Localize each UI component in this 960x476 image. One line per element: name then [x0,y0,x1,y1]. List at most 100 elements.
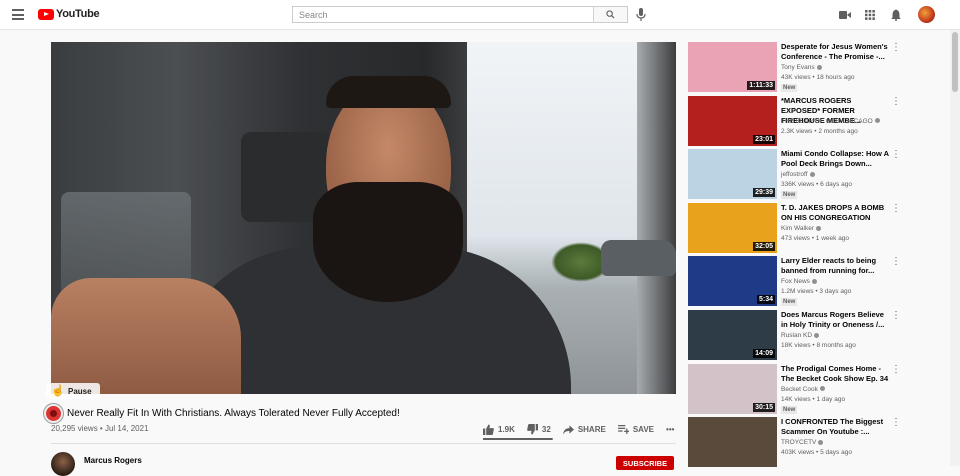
user-avatar[interactable] [918,6,935,23]
save-label: SAVE [632,425,655,434]
thumbs-up-icon [483,424,494,435]
video-player[interactable] [51,42,676,394]
verified-icon [816,64,822,70]
thumbs-down-icon [527,424,538,435]
recommendation-channel[interactable]: Tony Evans [781,64,822,71]
recommendation-channel-name: Tony Evans [781,64,815,71]
like-ratio-fill [483,438,552,440]
dislike-button[interactable]: 32 [527,424,551,435]
save-button[interactable]: SAVE [617,425,655,434]
more-actions-icon: ••• [666,425,675,434]
menu-icon[interactable] [12,9,24,20]
video-thumbnail[interactable] [688,417,777,468]
notifications-bell-icon[interactable] [889,8,903,22]
video-thumbnail[interactable]: 32:05 [688,202,777,253]
subscribe-button[interactable]: SUBSCRIBE [616,456,674,470]
recommendation-item[interactable]: 14:09 Does Marcus Rogers Believe in Holy … [688,309,938,364]
more-vert-icon[interactable]: ⋮ [891,418,901,428]
recommendation-title[interactable]: Miami Condo Collapse: How A Pool Deck Br… [781,149,891,169]
search-button[interactable] [593,7,627,22]
more-vert-icon[interactable]: ⋮ [891,310,901,321]
more-vert-icon[interactable]: ⋮ [891,96,901,107]
recommendation-channel[interactable]: Becket Cook [781,386,825,393]
recommendation-stats: 403K views • 5 days ago [781,449,852,457]
recommendation-title[interactable]: Does Marcus Rogers Believe in Holy Trini… [781,310,891,330]
channel-avatar[interactable] [51,452,75,476]
divider [51,443,676,444]
recommendation-title[interactable]: Larry Elder reacts to being banned from … [781,256,891,276]
more-vert-icon[interactable]: ⋮ [891,364,901,375]
search-icon [606,10,615,19]
recommendation-stats: 1.2M views • 3 days ago [781,288,852,296]
video-thumbnail[interactable]: 5:34 [688,256,777,307]
channel-name[interactable]: Marcus Rogers [84,456,142,465]
video-thumbnail[interactable]: 14:09 [688,309,777,360]
recommendation-channel[interactable]: Ruslan KD [781,331,820,339]
video-duration: 32:05 [753,241,775,251]
verified-icon [811,279,817,285]
more-vert-icon[interactable]: ⋮ [891,257,901,267]
apps-grid-icon[interactable] [863,8,877,22]
recommendation-channel[interactable]: Kim Walker [781,225,821,232]
pause-tooltip: ☝ Pause [46,383,100,399]
recommendation-title[interactable]: I CONFRONTED The Biggest Scammer On Yout… [781,417,891,437]
like-button[interactable]: 1.9K [483,424,515,435]
video-duration: 29:39 [753,188,775,198]
more-vert-icon[interactable]: ⋮ [891,203,901,214]
recommendation-title[interactable]: T. D. JAKES DROPS A BOMB ON HIS CONGREGA… [781,203,891,223]
like-ratio-bar [483,438,553,440]
verified-icon [809,171,815,177]
recommendation-channel[interactable]: TROYCETV [781,439,824,446]
title-row: Never Really Fit In With Christians. Alw… [44,404,400,423]
microphone-icon[interactable] [636,8,646,22]
logo-text: YouTube [56,8,100,20]
video-duration: 23:01 [753,134,775,144]
like-count: 1.9K [498,425,515,434]
video-thumbnail[interactable]: 1:11:33 [688,42,777,92]
youtube-play-icon [38,8,54,20]
new-badge: New [781,298,798,307]
share-icon [562,424,574,435]
search-box [292,6,628,23]
recommendation-item[interactable]: 30:15 The Prodigal Comes Home - The Becke… [688,363,938,418]
recommendation-stats: 18K views • 8 months ago [781,341,856,349]
parked-car [601,240,676,276]
recommendation-channel[interactable]: jeffostroff [781,171,815,178]
recommendation-item[interactable]: 32:05 T. D. JAKES DROPS A BOMB ON HIS CON… [688,202,938,257]
video-meta: 20,295 views • Jul 14, 2021 [51,424,149,433]
page-scrollbar[interactable] [950,30,960,466]
recommendation-stats: 14K views • 1 day ago [781,395,846,403]
share-button[interactable]: SHARE [562,424,606,435]
youtube-logo[interactable]: YouTube [38,8,100,20]
new-badge: New [781,405,798,414]
recommendation-channel[interactable]: THE FEAR OF GOD CHICAGO [781,118,880,125]
search-input[interactable] [293,7,593,22]
more-vert-icon[interactable]: ⋮ [891,150,901,160]
recommendation-item[interactable]: 29:39 Miami Condo Collapse: How A Pool De… [688,149,938,203]
recommendation-item[interactable]: 23:01 *MARCUS ROGERS EXPOSED* FORMER FIRE… [688,95,938,150]
top-bar: YouTube [0,0,960,30]
recommendation-item[interactable]: I CONFRONTED The Biggest Scammer On Yout… [688,417,938,471]
recommendation-item[interactable]: 5:34 Larry Elder reacts to being banned f… [688,256,938,310]
recommendation-item[interactable]: 1:11:33 Desperate for Jesus Women's Confe… [688,42,938,96]
recommendation-channel-name: Ruslan KD [781,331,813,339]
recommendation-channel[interactable]: Fox News [781,278,817,285]
video-title: Never Really Fit In With Christians. Alw… [67,408,400,419]
scrollbar-thumb[interactable] [952,32,958,92]
tattooed-arm [51,278,241,394]
video-thumbnail[interactable]: 23:01 [688,95,777,146]
create-video-icon[interactable] [838,8,852,22]
video-thumbnail[interactable]: 30:15 [688,363,777,414]
video-thumbnail[interactable]: 29:39 [688,149,777,200]
recommendation-title[interactable]: Desperate for Jesus Women's Conference -… [781,42,891,62]
new-badge: New [781,191,798,200]
more-actions-button[interactable]: ••• [666,425,674,434]
person-beard [313,182,463,302]
record-icon[interactable] [44,404,63,423]
recommendation-channel-name: Fox News [781,278,810,286]
more-vert-icon[interactable]: ⋮ [891,43,901,53]
recommendation-stats: 2.3K views • 2 months ago [781,127,858,135]
verified-icon [814,332,820,338]
share-label: SHARE [577,425,606,434]
recommendation-title[interactable]: The Prodigal Comes Home - The Becket Coo… [781,364,891,384]
